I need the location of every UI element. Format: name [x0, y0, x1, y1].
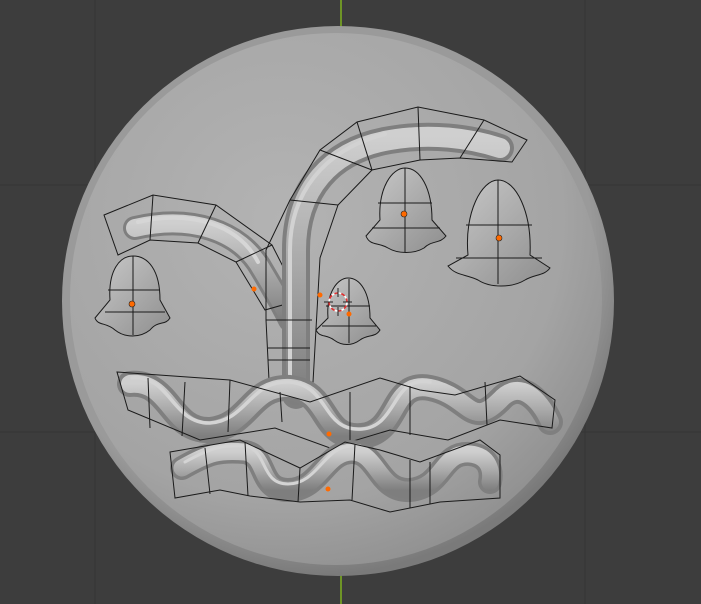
origin-point	[251, 286, 257, 292]
origin-point	[495, 234, 503, 242]
origin-point	[326, 431, 332, 437]
origin-point	[400, 210, 408, 218]
origin-point	[325, 486, 331, 492]
origin-point	[128, 300, 136, 308]
origin-point	[346, 311, 352, 317]
viewport-canvas[interactable]	[0, 0, 701, 604]
3d-viewport[interactable]	[0, 0, 701, 604]
origin-point	[317, 292, 323, 298]
